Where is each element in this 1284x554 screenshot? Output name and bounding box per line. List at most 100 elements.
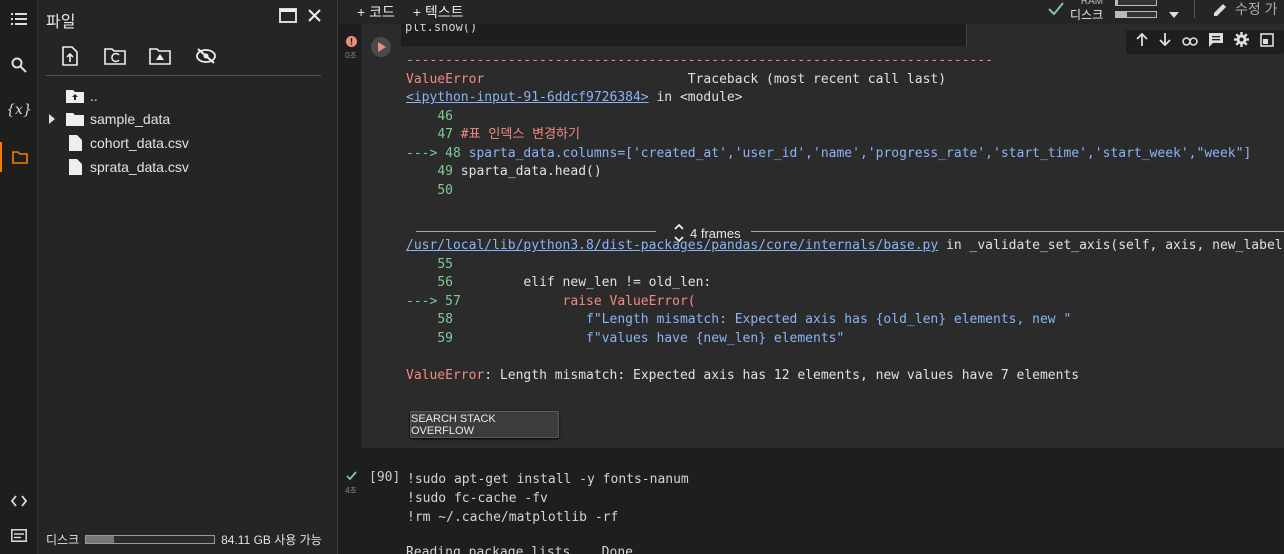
- line-number: 47: [437, 127, 453, 142]
- line-number: 50: [437, 182, 453, 198]
- toc-icon[interactable]: [0, 4, 38, 34]
- line-number: 56: [437, 275, 453, 290]
- tree-item-label: sprata_data.csv: [90, 159, 189, 175]
- code-line: elif new_len != old_len:: [460, 275, 712, 290]
- traceback-label: Traceback (most recent call last): [687, 71, 947, 87]
- ram-label: RAM: [1080, 0, 1104, 7]
- frames-label: 4 frames: [690, 225, 741, 241]
- tree-item-label: cohort_data.csv: [90, 135, 189, 151]
- search-icon[interactable]: [0, 50, 38, 80]
- divider: [751, 231, 1284, 232]
- exec-time: 0초: [345, 51, 357, 60]
- error-name: ValueError: [406, 71, 485, 87]
- disk-label: 디스크: [1070, 8, 1104, 22]
- resources-dropdown-icon[interactable]: [1169, 5, 1179, 21]
- output-rule: ----------------------------------------…: [406, 53, 993, 68]
- disk-meter: [1115, 11, 1157, 18]
- error-status-icon: [342, 36, 360, 49]
- add-text-button[interactable]: + 텍스트: [413, 2, 464, 22]
- upload-file-icon[interactable]: [57, 44, 83, 68]
- close-icon[interactable]: [304, 5, 324, 25]
- folder-up-icon: [66, 87, 84, 105]
- ram-meter-fill: [1116, 0, 1118, 5]
- tree-item-sprata-csv[interactable]: sprata_data.csv: [66, 156, 189, 178]
- code-snippets-icon[interactable]: [0, 486, 38, 516]
- in-module-text: in <module>: [648, 90, 743, 105]
- run-cell-button[interactable]: [371, 37, 391, 57]
- notebook-toolbar: + 코드 + 텍스트 RAM 디스크 수정 가: [339, 0, 1284, 24]
- comment-icon[interactable]: [1209, 32, 1224, 52]
- success-check-icon: [342, 471, 360, 482]
- code-line: plt.show(): [405, 24, 478, 34]
- error-name: ValueError: [406, 367, 485, 383]
- disk-meter-fill: [1116, 12, 1128, 17]
- connected-check-icon: [1048, 2, 1064, 18]
- code-line: sparta_data.head(): [460, 164, 602, 179]
- cell-toolbar: [1126, 30, 1284, 54]
- files-panel: 파일 .. sample_data cohort_data.csv sprata…: [38, 0, 338, 554]
- folder-icon: [66, 110, 84, 128]
- search-stack-overflow-button[interactable]: SEARCH STACK OVERFLOW: [410, 411, 559, 438]
- link-icon[interactable]: [1182, 33, 1198, 51]
- disk-label: 디스크: [46, 533, 80, 547]
- expand-arrow-icon[interactable]: [46, 114, 58, 124]
- line-number: 46: [437, 108, 453, 124]
- files-icon[interactable]: [0, 142, 38, 172]
- file-icon: [66, 158, 84, 176]
- code-line: !sudo fc-cache -fv: [407, 491, 548, 506]
- mirror-cell-icon[interactable]: [1260, 32, 1275, 52]
- divider: [1194, 0, 1195, 18]
- left-rail: {x}: [0, 0, 38, 554]
- tree-item-parent[interactable]: ..: [66, 85, 98, 107]
- code-line: f"Length mismatch: Expected axis has {ol…: [460, 312, 1072, 327]
- move-up-icon[interactable]: [1135, 32, 1148, 51]
- arrow-marker: --->: [406, 145, 438, 161]
- tree-item-label: sample_data: [90, 111, 171, 127]
- code-cell[interactable]: [90] !sudo apt-get install -y fonts-nanu…: [361, 461, 1284, 537]
- add-code-button[interactable]: + 코드: [357, 2, 395, 22]
- tree-item-label: ..: [90, 88, 98, 104]
- code-line: !rm ~/.cache/matplotlib -rf: [407, 510, 619, 525]
- resource-labels[interactable]: RAM 디스크: [1070, 0, 1103, 22]
- code-line: raise ValueError(: [468, 293, 696, 309]
- command-palette-icon[interactable]: [0, 520, 38, 550]
- disk-usage-bar: [85, 535, 216, 544]
- disk-usage: 디스크 84.11 GB 사용 가능: [46, 531, 322, 548]
- move-down-icon[interactable]: [1159, 33, 1171, 51]
- cell-code-tail[interactable]: plt.show(): [401, 24, 967, 46]
- maximize-panel-icon[interactable]: [278, 5, 298, 25]
- tree-item-sample-data[interactable]: sample_data: [46, 108, 170, 130]
- cell-code[interactable]: !sudo apt-get install -y fonts-nanum !su…: [407, 470, 689, 527]
- disk-usage-fill: [86, 536, 115, 543]
- files-panel-title: 파일: [46, 14, 76, 31]
- code-line: !sudo apt-get install -y fonts-nanum: [407, 472, 689, 487]
- error-message: : Length mismatch: Expected axis has 12 …: [484, 367, 1080, 383]
- line-number: 58: [437, 312, 453, 327]
- file-icon: [66, 134, 84, 152]
- refresh-folder-icon[interactable]: [102, 44, 128, 68]
- variables-icon[interactable]: {x}: [0, 95, 38, 125]
- cell-output: ----------------------------------------…: [406, 52, 1284, 385]
- ipython-input-link[interactable]: <ipython-input-91-6ddcf9726384>: [406, 90, 649, 105]
- gear-icon[interactable]: [1234, 32, 1250, 52]
- code-line: f"values have {new_len} elements": [460, 330, 845, 346]
- tree-item-cohort-csv[interactable]: cohort_data.csv: [66, 132, 189, 154]
- disk-free-text: 84.11 GB 사용 가능: [221, 533, 322, 547]
- line-number: 57: [445, 293, 461, 309]
- line-number: 59: [437, 330, 453, 346]
- exec-time: 4초: [345, 486, 357, 495]
- arrow-marker: --->: [406, 293, 438, 309]
- unfold-icon: [674, 223, 684, 243]
- edit-mode-label[interactable]: 수정 가: [1235, 0, 1278, 19]
- cell-output-text: Reading package lists... Done: [406, 545, 633, 554]
- line-number: 49: [437, 164, 453, 179]
- divider: [416, 231, 656, 232]
- hide-files-icon[interactable]: [193, 44, 219, 68]
- collapsed-frames[interactable]: 4 frames: [416, 222, 1284, 243]
- frames-toggle[interactable]: 4 frames: [674, 223, 741, 243]
- line-number: 48: [445, 145, 461, 161]
- pencil-icon: [1213, 2, 1228, 20]
- mount-drive-icon[interactable]: [147, 44, 173, 68]
- code-line: sparta_data.columns=['created_at','user_…: [468, 145, 1252, 161]
- line-number: 55: [437, 256, 453, 272]
